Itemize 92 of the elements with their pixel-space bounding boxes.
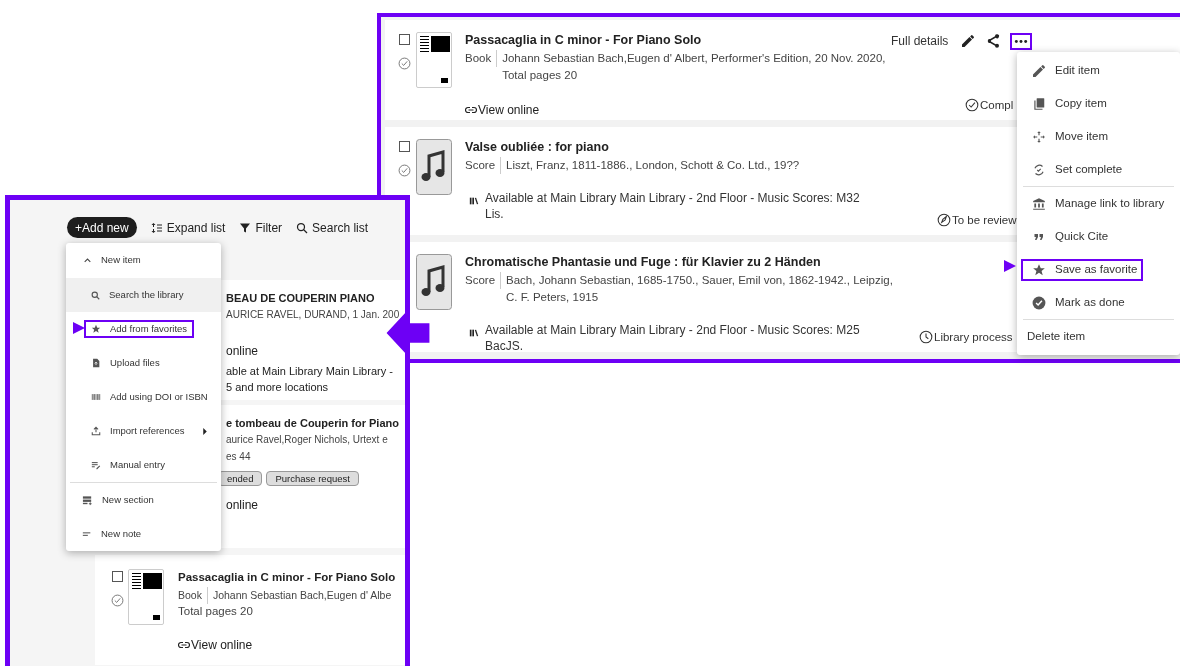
- search-icon: [296, 221, 309, 234]
- item-title[interactable]: BEAU DE COUPERIN PIANO: [226, 290, 405, 306]
- star-icon: [91, 324, 101, 334]
- menu-item[interactable]: Manual entry: [84, 456, 172, 474]
- tag: Purchase request: [266, 471, 359, 486]
- menu-item[interactable]: Quick Cite: [1021, 225, 1115, 248]
- view-online-link[interactable]: online: [226, 497, 405, 513]
- edit-icon[interactable]: [960, 33, 977, 49]
- item-details: Johann Sebastian Bach,Eugen d' Albert, Performer's Edition, 20 Nov. 2020, Total pages 20: [502, 51, 887, 83]
- more-dots-icon: [1014, 38, 1029, 44]
- menu-item[interactable]: Set complete: [1021, 158, 1129, 181]
- menu-item[interactable]: Delete item: [1017, 325, 1092, 348]
- status-label: Library process: [919, 328, 1013, 346]
- menu-item[interactable]: New section: [70, 483, 217, 517]
- check-circle-icon: [965, 98, 979, 113]
- menu-item[interactable]: Save as favorite: [1021, 258, 1144, 281]
- menu-header[interactable]: New item: [66, 243, 221, 278]
- books-icon: [469, 196, 479, 206]
- item-title[interactable]: Chromatische Phantasie und Fuge : für Klavier zu 2 Händen: [465, 254, 821, 270]
- add-new-button[interactable]: +Add new: [67, 217, 137, 238]
- menu-item[interactable]: Search the library: [84, 286, 191, 304]
- pointer-triangle: [1004, 260, 1016, 272]
- status-label: Compl: [965, 96, 1014, 114]
- availability-text: Available at Main Library Main Library - 2nd Floor - Music Scores: M32 Lis.: [485, 190, 861, 222]
- menu-item[interactable]: Move item: [1021, 125, 1115, 148]
- barcode-icon: [91, 392, 101, 402]
- item-type: Book: [465, 50, 498, 67]
- item-type: Score: [465, 157, 502, 174]
- checkbox[interactable]: [398, 141, 410, 152]
- menu-item[interactable]: Mark as done: [1021, 291, 1131, 314]
- availability-text: Available at Main Library Main Library - 2nd Floor - Music Scores: M25 BacJS.: [485, 322, 861, 354]
- item-details: Bach, Johann Sebastian, 1685-1750., Sauer, Emil von, 1862-1942., Leipzig, C. F. Peters, 1915: [506, 273, 893, 305]
- item-title[interactable]: Passacaglia in C minor - For Piano Solo: [178, 569, 396, 585]
- check-circle-icon[interactable]: [110, 594, 124, 607]
- item-details: es 44: [226, 450, 252, 464]
- checkbox[interactable]: [111, 571, 123, 582]
- file-upload-icon: [91, 358, 101, 368]
- item-details: Johann Sebastian Bach,Eugen d' Albe: [212, 588, 392, 603]
- section-icon: [82, 494, 93, 506]
- pencil-icon: [1031, 62, 1047, 79]
- full-details-link[interactable]: Full details: [891, 32, 949, 50]
- menu-item[interactable]: Manage link to library: [1021, 192, 1171, 215]
- clock-icon: [919, 330, 933, 345]
- availability-text: able at Main Library Main Library -: [226, 364, 394, 379]
- menu-item[interactable]: Add using DOI or ISBN: [84, 388, 215, 406]
- toolbar-button[interactable]: Search list: [296, 218, 369, 237]
- view-online-link[interactable]: View online: [465, 101, 893, 119]
- status-label: To be review: [937, 211, 1017, 229]
- copy-icon: [1031, 96, 1047, 111]
- menu-item[interactable]: Upload files: [84, 354, 167, 372]
- item-details: Total pages 20: [178, 604, 254, 619]
- menu-item[interactable]: Copy item: [1021, 92, 1113, 115]
- check-circle-icon: [1031, 295, 1047, 310]
- check-circle-icon[interactable]: [397, 57, 411, 70]
- move-arrows-icon: [1031, 129, 1047, 144]
- menu-item[interactable]: Edit item: [1021, 59, 1106, 82]
- item-details: aurice Ravel,Roger Nichols, Urtext e: [226, 433, 389, 447]
- edit-lines-icon: [91, 460, 101, 470]
- item-type: Score: [465, 272, 502, 289]
- book-cover-thumbnail: [128, 569, 164, 625]
- item-title[interactable]: Valse oubliée : for piano: [465, 139, 609, 155]
- menu-item[interactable]: New note: [70, 517, 217, 551]
- share-icon[interactable]: [985, 33, 1002, 49]
- expand-icon: [150, 221, 163, 234]
- view-online-link[interactable]: online: [226, 343, 405, 359]
- search-icon: [91, 290, 100, 300]
- bank-icon: [1031, 196, 1047, 211]
- tag: ended: [218, 471, 263, 486]
- chevron-up-icon: [84, 258, 91, 263]
- pointer-triangle: [73, 322, 85, 334]
- item-type: Book: [178, 587, 208, 604]
- more-options-button[interactable]: [1010, 32, 1033, 50]
- filter-icon: [239, 221, 252, 234]
- view-online-link[interactable]: View online: [178, 636, 396, 654]
- toolbar-button[interactable]: Filter: [239, 218, 283, 237]
- item-title[interactable]: Passacaglia in C minor - For Piano Solo: [465, 32, 702, 48]
- books-icon: [469, 328, 479, 338]
- item-details: Liszt, Franz, 1811-1886., London, Schott & Co. Ltd., 19??: [506, 158, 800, 173]
- item-title[interactable]: e tombeau de Couperin for Piano: [226, 415, 405, 431]
- checkbox[interactable]: [398, 34, 410, 45]
- link-icon: [465, 106, 477, 114]
- check-circle-icon[interactable]: [397, 164, 411, 177]
- availability-text: 5 and more locations: [226, 380, 330, 395]
- toolbar-button[interactable]: Expand list: [150, 218, 226, 237]
- item-details: AURICE RAVEL, DURAND, 1 Jan. 200: [226, 308, 401, 322]
- link-icon: [178, 641, 190, 649]
- compass-icon: [937, 213, 951, 228]
- star-icon: [1031, 262, 1047, 277]
- menu-item[interactable]: Add from favorites: [84, 320, 195, 338]
- menu-item[interactable]: Import references: [84, 422, 192, 440]
- note-lines-icon: [82, 529, 92, 539]
- upload-icon: [91, 426, 101, 436]
